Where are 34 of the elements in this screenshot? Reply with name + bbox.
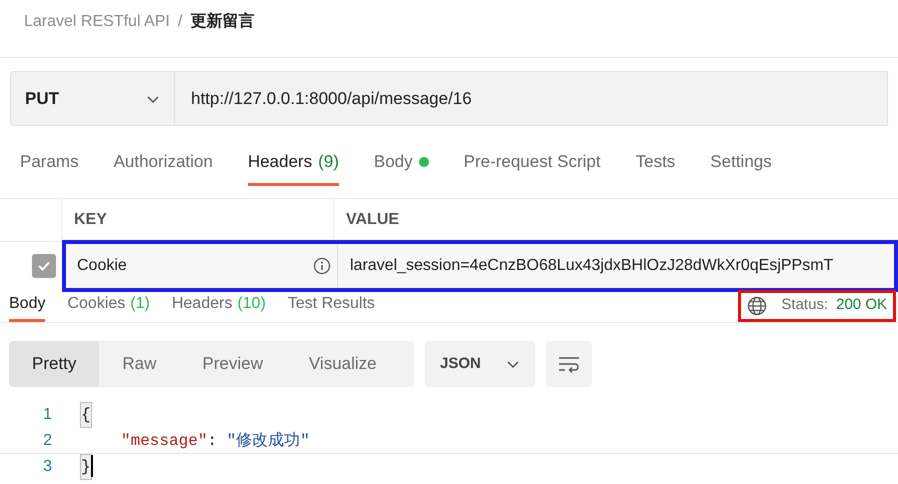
view-mode-tab[interactable]: Preview	[179, 341, 286, 387]
response-tab[interactable]: Test Results	[288, 289, 375, 322]
view-mode-tab[interactable]: Pretty	[9, 341, 100, 387]
line-number: 3	[42, 457, 53, 477]
request-tab[interactable]: Body	[374, 140, 429, 186]
key-cell-text: Cookie	[77, 256, 127, 276]
wrap-icon	[558, 355, 580, 373]
method-dropdown[interactable]: PUT	[10, 71, 175, 126]
breadcrumb-separator: /	[178, 12, 182, 32]
request-tab[interactable]: Tests	[636, 140, 676, 186]
status-badge: Status: 200 OK	[738, 290, 896, 322]
row-checkbox[interactable]	[32, 254, 56, 278]
request-tab[interactable]: Headers (9)	[248, 140, 339, 186]
view-mode-tab[interactable]: Raw	[99, 341, 180, 387]
wrap-lines-button[interactable]	[546, 341, 592, 387]
url-field[interactable]: http://127.0.0.1:8000/api/message/16	[175, 71, 888, 126]
breadcrumb-link[interactable]: Laravel RESTful API	[24, 10, 170, 34]
globe-icon	[747, 296, 768, 316]
response-tab[interactable]: Cookies (1)	[67, 289, 150, 322]
request-tab[interactable]: Authorization	[114, 140, 213, 186]
request-tab[interactable]: Settings	[710, 140, 772, 186]
request-title: 更新留言	[190, 11, 254, 32]
line-number: 1	[42, 405, 53, 425]
response-tab[interactable]: Body	[9, 289, 46, 322]
value-cell-text: laravel_session=4eCnzBO68Lux43jdxBHlOzJ28dWkXr0qEsjPPsmT	[349, 256, 834, 276]
line-number: 2	[42, 430, 53, 450]
request-tab[interactable]: Pre-request Script	[464, 140, 601, 186]
response-tab[interactable]: Headers (10)	[172, 289, 266, 322]
request-tab[interactable]: Params	[20, 140, 79, 186]
column-header: VALUE	[345, 210, 400, 230]
info-icon	[313, 256, 331, 274]
view-mode-tab[interactable]: Visualize	[286, 341, 400, 387]
format-dropdown[interactable]: JSON	[425, 341, 535, 387]
code-line: "message": "修改成功"	[120, 430, 310, 452]
